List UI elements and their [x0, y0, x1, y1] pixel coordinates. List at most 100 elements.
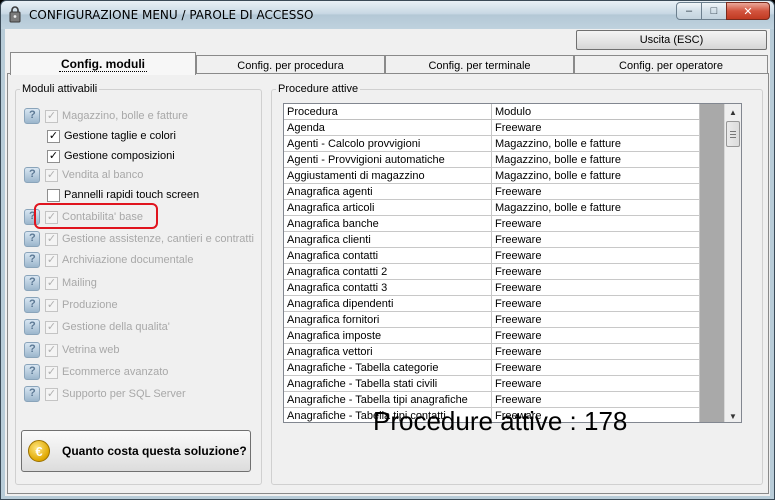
- tab-config-terminale[interactable]: Config. per terminale: [385, 55, 574, 75]
- cell-procedura: Anagrafiche - Tabella tipi anagrafiche: [284, 392, 492, 407]
- procedures-legend: Procedure attive: [278, 83, 359, 95]
- scroll-up-arrow-icon[interactable]: ▲: [725, 104, 741, 120]
- table-row[interactable]: Anagrafica contatti Freeware: [284, 248, 700, 264]
- module-checkbox: ✓: [45, 320, 58, 334]
- module-row: ✓ Gestione taglie e colori: [42, 128, 176, 144]
- highlight-annotation: [34, 203, 158, 229]
- help-icon[interactable]: [24, 231, 40, 247]
- cell-modulo: Magazzino, bolle e fatture: [492, 136, 700, 151]
- table-row[interactable]: Anagrafica banche Freeware: [284, 216, 700, 232]
- cell-procedura: Anagrafica contatti: [284, 248, 492, 263]
- close-button[interactable]: ✕: [726, 2, 770, 20]
- help-icon[interactable]: [24, 108, 40, 124]
- cell-procedura: Anagrafica dipendenti: [284, 296, 492, 311]
- cell-modulo: Freeware: [492, 360, 700, 375]
- module-checkbox: ✓: [45, 298, 58, 312]
- table-row[interactable]: Anagrafica agenti Freeware: [284, 184, 700, 200]
- tab-label: Config. moduli: [59, 56, 147, 72]
- table-row[interactable]: Anagrafica dipendenti Freeware: [284, 296, 700, 312]
- module-checkbox: ✓: [45, 168, 58, 182]
- cell-modulo: Freeware: [492, 216, 700, 231]
- module-row: ✓ Archiviazione documentale: [24, 252, 193, 268]
- quote-button-label: Quanto costa questa soluzione?: [62, 444, 247, 458]
- cell-modulo: Freeware: [492, 328, 700, 343]
- tab-config-moduli[interactable]: Config. moduli: [10, 52, 196, 75]
- module-checkbox[interactable]: [47, 188, 60, 202]
- module-checkbox: ✓: [45, 365, 58, 379]
- help-icon[interactable]: [24, 319, 40, 335]
- help-icon[interactable]: [24, 386, 40, 402]
- scroll-thumb[interactable]: [726, 121, 740, 147]
- cell-modulo: Freeware: [492, 376, 700, 391]
- module-label: Mailing: [62, 277, 97, 289]
- help-icon[interactable]: [24, 297, 40, 313]
- table-row[interactable]: Anagrafiche - Tabella categorie Freeware: [284, 360, 700, 376]
- cell-procedura: Agenti - Calcolo provvigioni: [284, 136, 492, 151]
- window-controls: – □ ✕: [676, 2, 770, 20]
- table-row[interactable]: Anagrafica imposte Freeware: [284, 328, 700, 344]
- tab-config-procedura[interactable]: Config. per procedura: [196, 55, 385, 75]
- module-checkbox[interactable]: ✓: [47, 129, 60, 143]
- exit-button[interactable]: Uscita (ESC): [576, 30, 767, 50]
- module-label: Vetrina web: [62, 344, 120, 356]
- help-icon[interactable]: [24, 342, 40, 358]
- euro-coin-icon: €: [28, 440, 50, 462]
- help-icon[interactable]: [24, 275, 40, 291]
- help-icon[interactable]: [24, 252, 40, 268]
- module-checkbox[interactable]: ✓: [47, 149, 60, 163]
- module-checkbox: ✓: [45, 232, 58, 246]
- tab-config-operatore[interactable]: Config. per operatore: [574, 55, 768, 75]
- module-row: ✓ Gestione composizioni: [42, 148, 175, 164]
- help-icon[interactable]: [24, 364, 40, 380]
- scroll-down-arrow-icon[interactable]: ▼: [725, 408, 741, 422]
- module-label: Gestione composizioni: [64, 150, 175, 162]
- cell-procedura: Anagrafica banche: [284, 216, 492, 231]
- module-checkbox: ✓: [45, 253, 58, 267]
- module-label: Ecommerce avanzato: [62, 366, 169, 378]
- table-row[interactable]: Agenda Freeware: [284, 120, 700, 136]
- column-header-modulo[interactable]: Modulo: [492, 104, 700, 120]
- table-row[interactable]: Agenti - Calcolo provvigioni Magazzino, b…: [284, 136, 700, 152]
- title-bar[interactable]: CONFIGURAZIONE MENU / PAROLE DI ACCESSO …: [1, 1, 774, 29]
- module-row: ✓ Mailing: [24, 275, 97, 291]
- table-body: Agenda Freeware Agenti - Calcolo provvigio…: [284, 120, 700, 422]
- quote-button[interactable]: € Quanto costa questa soluzione?: [21, 430, 251, 472]
- tab-label: Config. per terminale: [428, 59, 531, 72]
- minimize-button[interactable]: –: [676, 2, 702, 20]
- table-row[interactable]: Anagrafica articoli Magazzino, bolle e fa…: [284, 200, 700, 216]
- table-row[interactable]: Anagrafica vettori Freeware: [284, 344, 700, 360]
- table-row[interactable]: Agenti - Provvigioni automatiche Magazzin…: [284, 152, 700, 168]
- procedures-table[interactable]: Procedura Modulo Agenda Freeware Agenti - …: [283, 103, 742, 423]
- cell-modulo: Magazzino, bolle e fatture: [492, 168, 700, 183]
- cell-procedura: Anagrafica agenti: [284, 184, 492, 199]
- cell-modulo: Magazzino, bolle e fatture: [492, 200, 700, 215]
- module-label: Archiviazione documentale: [62, 254, 194, 266]
- module-checkbox: ✓: [45, 387, 58, 401]
- table-row[interactable]: Aggiustamenti di magazzino Magazzino, bol…: [284, 168, 700, 184]
- table-empty-area: [700, 104, 726, 422]
- cell-procedura: Anagrafiche - Tabella categorie: [284, 360, 492, 375]
- module-label: Gestione taglie e colori: [64, 130, 176, 142]
- help-icon[interactable]: [24, 167, 40, 183]
- table-row[interactable]: Anagrafica contatti 3 Freeware: [284, 280, 700, 296]
- table-row[interactable]: Anagrafiche - Tabella stati civili Freewa…: [284, 376, 700, 392]
- table-row[interactable]: Anagrafica fornitori Freeware: [284, 312, 700, 328]
- table-row[interactable]: Anagrafica contatti 2 Freeware: [284, 264, 700, 280]
- column-header-procedura[interactable]: Procedura: [284, 104, 492, 120]
- maximize-button[interactable]: □: [701, 2, 727, 20]
- module-label: Vendita al banco: [62, 169, 144, 181]
- module-row: ✓ Vetrina web: [24, 342, 119, 358]
- module-row: ✓ Magazzino, bolle e fatture: [24, 108, 188, 124]
- app-icon: [9, 6, 21, 23]
- vertical-scrollbar[interactable]: ▲ ▼: [724, 104, 741, 422]
- module-row: ✓ Supporto per SQL Server: [24, 386, 186, 402]
- cell-procedura: Anagrafica imposte: [284, 328, 492, 343]
- module-label: Produzione: [62, 299, 118, 311]
- table-row[interactable]: Anagrafica clienti Freeware: [284, 232, 700, 248]
- cell-modulo: Freeware: [492, 232, 700, 247]
- cell-modulo: Freeware: [492, 120, 700, 135]
- cell-procedura: Agenda: [284, 120, 492, 135]
- module-label: Magazzino, bolle e fatture: [62, 110, 188, 122]
- tab-label: Config. per operatore: [619, 59, 723, 72]
- module-row: ✓ Ecommerce avanzato: [24, 364, 168, 380]
